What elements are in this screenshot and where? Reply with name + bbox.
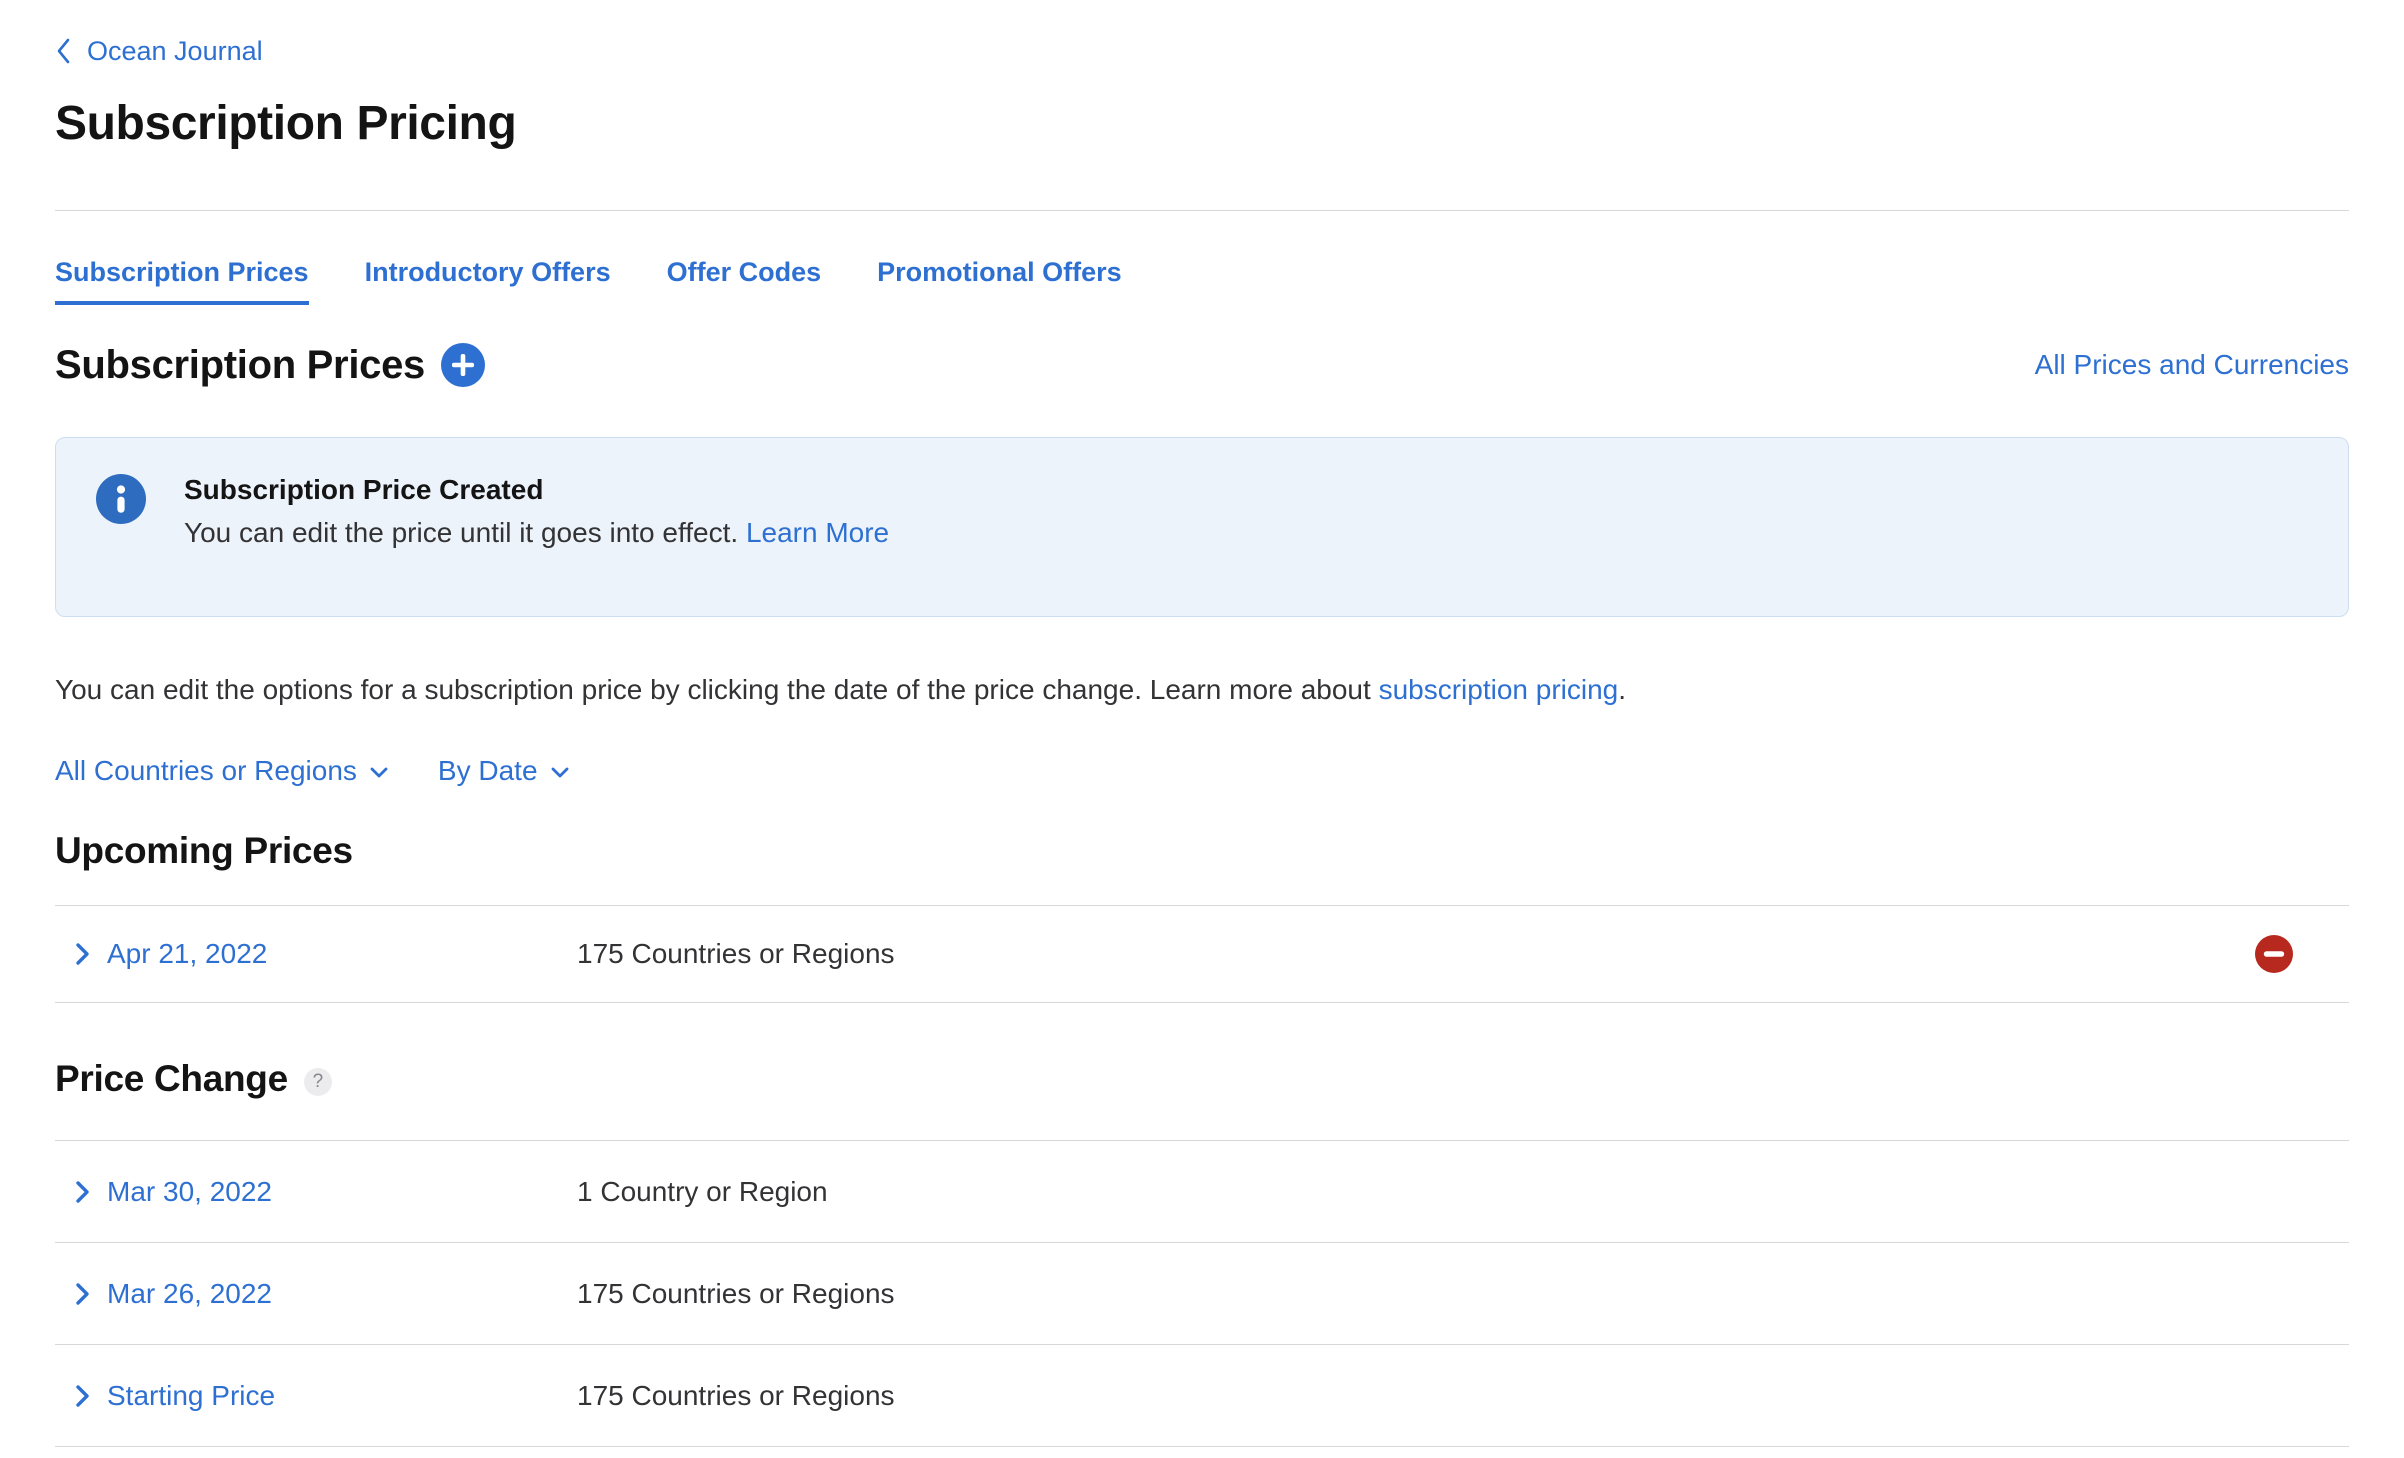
countries-filter-dropdown[interactable]: All Countries or Regions <box>55 753 388 789</box>
chevron-right-icon[interactable] <box>75 1384 90 1408</box>
subscription-pricing-link[interactable]: subscription pricing <box>1379 674 1619 705</box>
description-suffix: . <box>1618 674 1626 705</box>
description-text: You can edit the options for a subscript… <box>55 674 1379 705</box>
row-scope: 175 Countries or Regions <box>577 1380 895 1412</box>
price-date-link[interactable]: Apr 21, 2022 <box>107 938 267 970</box>
table-row: Mar 26, 2022 175 Countries or Regions <box>55 1243 2349 1345</box>
delete-price-button[interactable] <box>2255 935 2293 973</box>
row-scope: 1 Country or Region <box>577 1176 828 1208</box>
table-row: Apr 21, 2022 175 Countries or Regions <box>55 906 2349 1003</box>
price-date-link[interactable]: Mar 30, 2022 <box>107 1176 272 1208</box>
subscription-pricing-page: Ocean Journal Subscription Pricing Subsc… <box>0 0 2404 1458</box>
tab-introductory-offers[interactable]: Introductory Offers <box>365 255 611 305</box>
tab-bar: Subscription Prices Introductory Offers … <box>55 255 2349 305</box>
upcoming-prices-table: Apr 21, 2022 175 Countries or Regions <box>55 905 2349 1003</box>
table-row: Starting Price 175 Countries or Regions <box>55 1345 2349 1447</box>
sort-by-date-dropdown[interactable]: By Date <box>438 753 569 789</box>
header-divider <box>55 210 2349 211</box>
breadcrumb: Ocean Journal <box>55 0 2349 66</box>
row-scope: 175 Countries or Regions <box>577 1278 895 1310</box>
banner-title: Subscription Price Created <box>184 472 889 508</box>
price-change-title: Price Change <box>55 1057 288 1101</box>
row-date-cell: Starting Price <box>75 1380 577 1412</box>
tab-offer-codes[interactable]: Offer Codes <box>667 255 822 305</box>
price-date-link[interactable]: Mar 26, 2022 <box>107 1278 272 1310</box>
sort-by-date-label: By Date <box>438 753 538 789</box>
banner-text: Subscription Price Created You can edit … <box>184 470 889 550</box>
page-title: Subscription Pricing <box>55 96 2349 152</box>
countries-filter-label: All Countries or Regions <box>55 753 357 789</box>
row-date-cell: Apr 21, 2022 <box>75 938 577 970</box>
chevron-right-icon[interactable] <box>75 1282 90 1306</box>
table-row: Mar 30, 2022 1 Country or Region <box>55 1141 2349 1243</box>
help-icon[interactable]: ? <box>304 1068 332 1096</box>
all-prices-and-currencies-link[interactable]: All Prices and Currencies <box>2035 349 2349 381</box>
price-date-link[interactable]: Starting Price <box>107 1380 275 1412</box>
section-title: Subscription Prices <box>55 341 425 389</box>
page-description: You can edit the options for a subscript… <box>55 673 2349 707</box>
banner-message: You can edit the price until it goes int… <box>184 517 746 548</box>
section-header: Subscription Prices All Prices and Curre… <box>55 341 2349 389</box>
minus-circle-icon <box>2255 935 2293 973</box>
price-change-table: Mar 30, 2022 1 Country or Region Mar 26,… <box>55 1140 2349 1447</box>
upcoming-prices-title: Upcoming Prices <box>55 829 2349 873</box>
plus-icon <box>452 354 474 376</box>
tab-subscription-prices[interactable]: Subscription Prices <box>55 255 309 305</box>
learn-more-link[interactable]: Learn More <box>746 517 889 548</box>
chevron-right-icon[interactable] <box>75 942 90 966</box>
info-banner: Subscription Price Created You can edit … <box>55 437 2349 617</box>
chevron-down-icon <box>551 767 569 778</box>
tab-promotional-offers[interactable]: Promotional Offers <box>877 255 1122 305</box>
add-price-button[interactable] <box>441 343 485 387</box>
row-date-cell: Mar 30, 2022 <box>75 1176 577 1208</box>
row-scope: 175 Countries or Regions <box>577 938 895 970</box>
banner-body: You can edit the price until it goes int… <box>184 516 889 550</box>
chevron-left-icon[interactable] <box>55 37 71 65</box>
chevron-down-icon <box>370 767 388 778</box>
breadcrumb-back-link[interactable]: Ocean Journal <box>87 36 263 66</box>
info-icon <box>96 474 146 524</box>
price-change-header: Price Change ? <box>55 1057 2349 1101</box>
chevron-right-icon[interactable] <box>75 1180 90 1204</box>
filter-bar: All Countries or Regions By Date <box>55 753 2349 789</box>
row-date-cell: Mar 26, 2022 <box>75 1278 577 1310</box>
